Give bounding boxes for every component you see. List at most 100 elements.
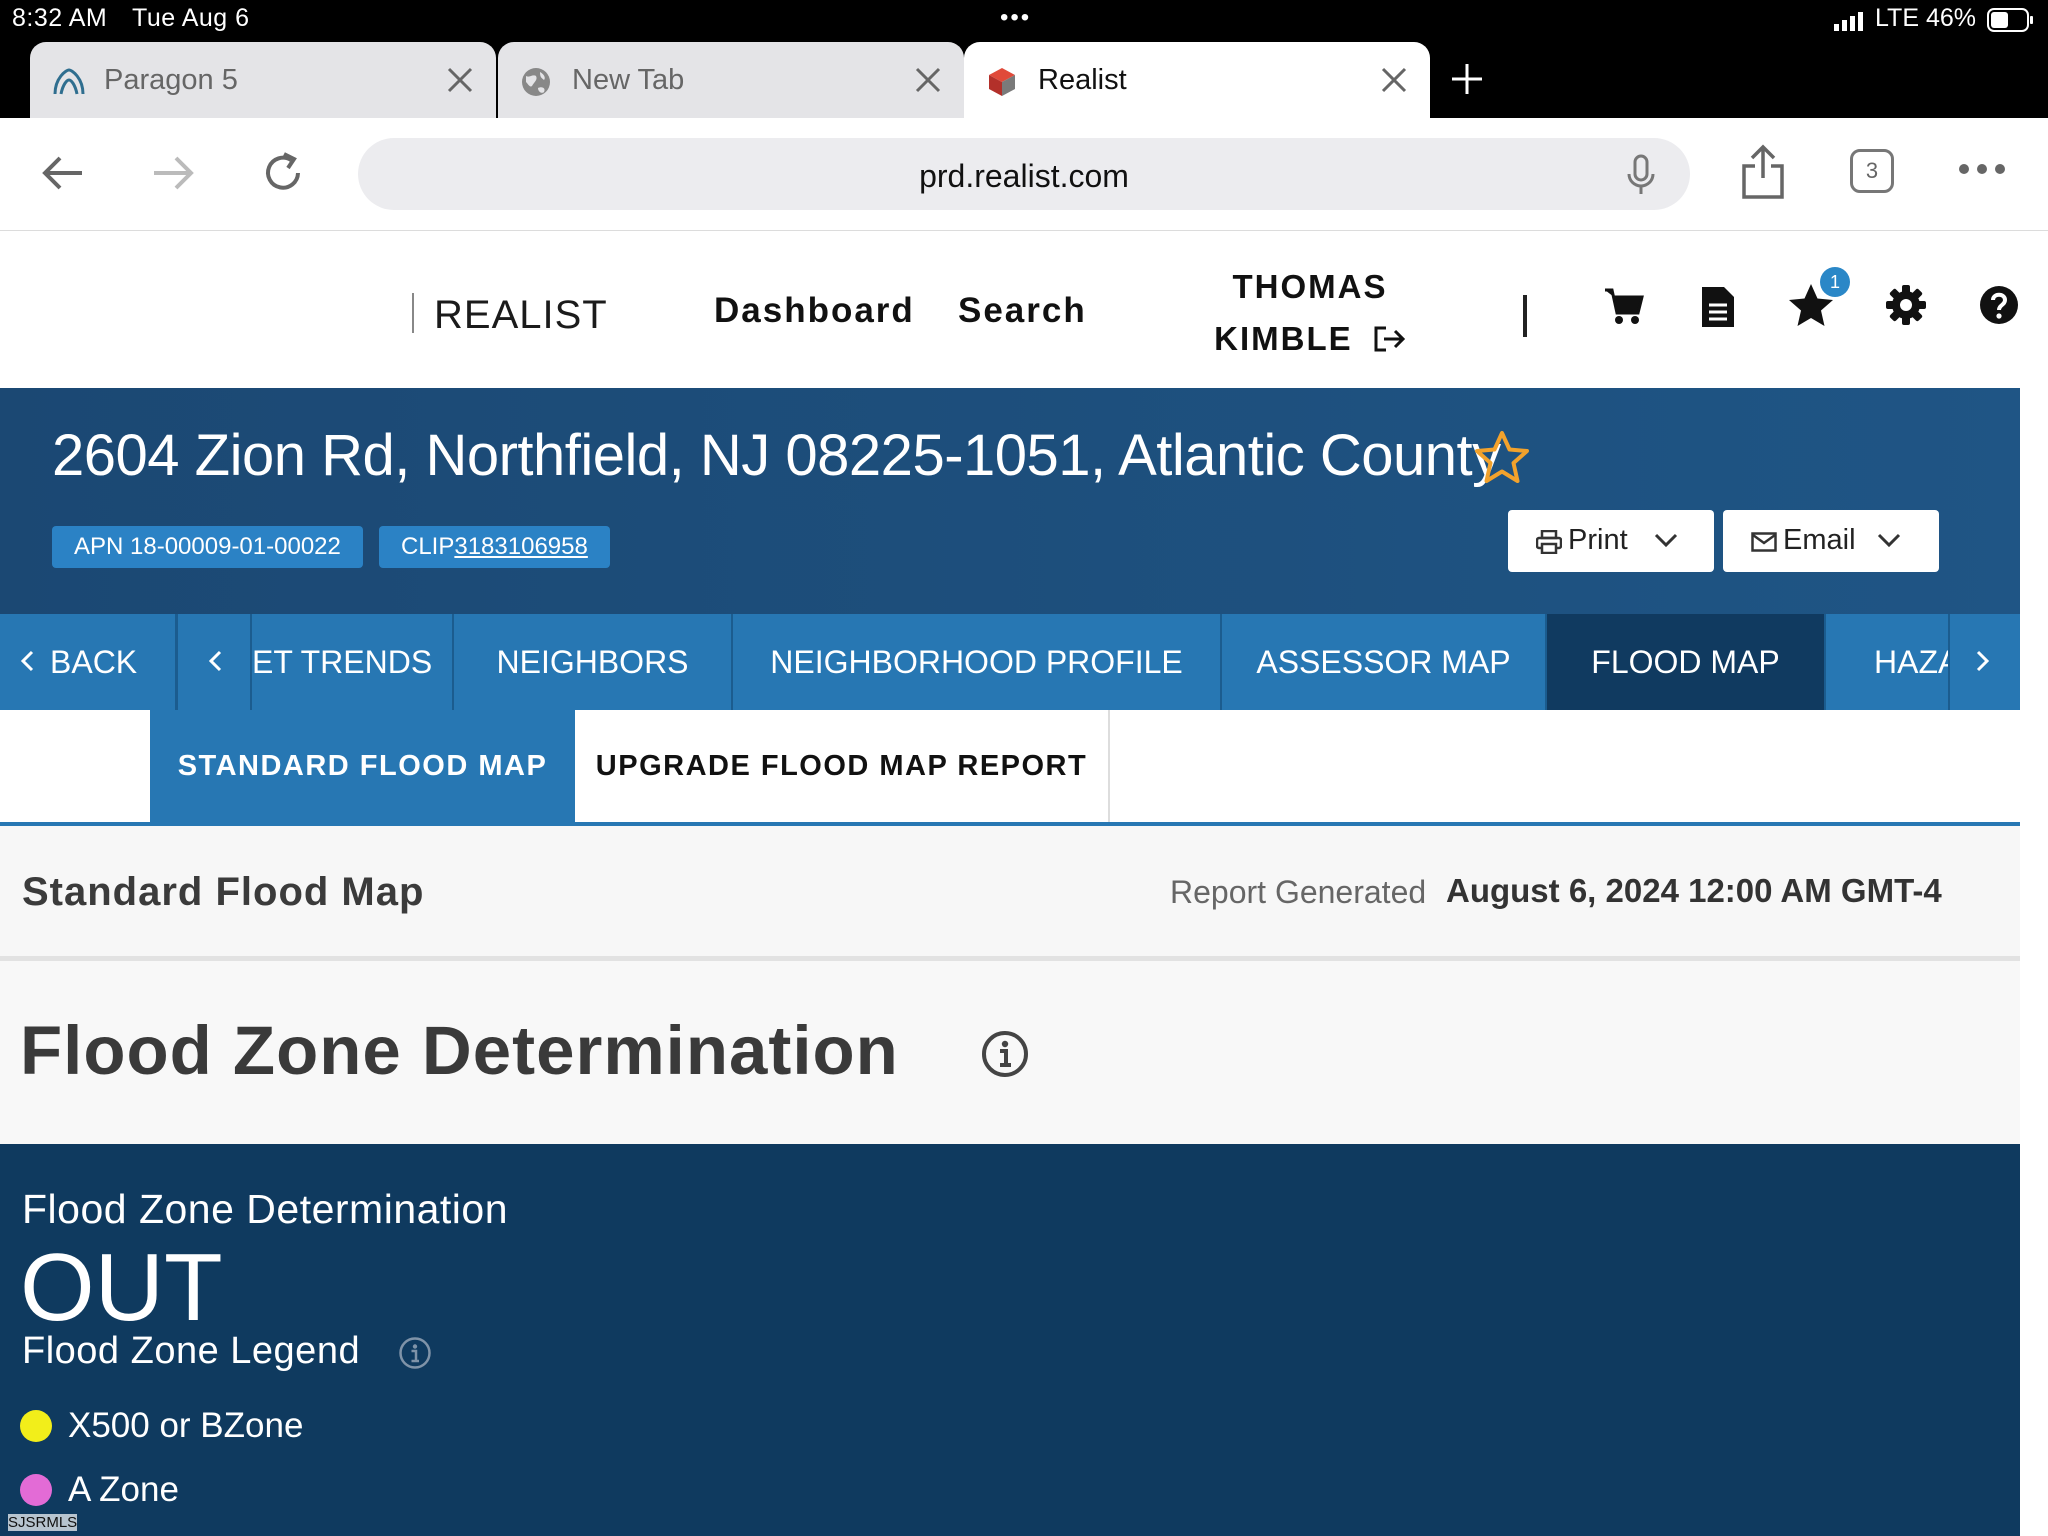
watermark: SJSRMLS bbox=[8, 1514, 78, 1531]
brand-name[interactable]: REALIST bbox=[434, 293, 608, 338]
gear-icon[interactable] bbox=[1886, 285, 1926, 325]
chevron-down-icon bbox=[1877, 532, 1901, 548]
network-type: LTE bbox=[1875, 4, 1919, 32]
paragon-icon bbox=[52, 66, 86, 98]
browser-tab-newtab[interactable]: New Tab bbox=[498, 42, 964, 118]
tab-label: FLOOD MAP bbox=[1591, 644, 1780, 680]
tab-hazard[interactable]: HAZA bbox=[1826, 614, 1956, 710]
close-icon[interactable] bbox=[444, 64, 476, 96]
section-tab-bar: BACK ET TRENDS NEIGHBORS NEIGHBORHOOD PR… bbox=[0, 614, 2020, 710]
header-divider bbox=[1523, 295, 1527, 337]
microphone-icon[interactable] bbox=[1626, 154, 1656, 196]
determination-label: Flood Zone Determination bbox=[22, 1186, 509, 1232]
new-tab-plus-icon[interactable] bbox=[1448, 60, 1486, 98]
envelope-icon bbox=[1751, 532, 1777, 552]
legend-label: X500 or BZone bbox=[68, 1406, 304, 1445]
battery-percent: 46% bbox=[1926, 4, 1977, 32]
report-generated-label: Report Generated bbox=[1170, 874, 1427, 910]
email-label: Email bbox=[1783, 524, 1856, 556]
cart-icon[interactable] bbox=[1604, 287, 1644, 325]
property-banner: 2604 Zion Rd, Northfield, NJ 08225-1051,… bbox=[0, 388, 2020, 614]
info-icon[interactable] bbox=[980, 1029, 1030, 1079]
flood-zone-heading-section: Flood Zone Determination bbox=[0, 961, 2020, 1144]
chevron-left-icon bbox=[208, 650, 222, 672]
chevron-down-icon bbox=[1654, 532, 1678, 548]
legend-title: Flood Zone Legend bbox=[22, 1330, 361, 1372]
browser-tab-paragon[interactable]: Paragon 5 bbox=[30, 42, 496, 118]
multitask-dots-icon[interactable]: ••• bbox=[1000, 4, 1031, 32]
tab-market-trends[interactable]: ET TRENDS bbox=[252, 614, 454, 710]
print-button[interactable]: Print bbox=[1508, 510, 1714, 572]
property-address: 2604 Zion Rd, Northfield, NJ 08225-1051,… bbox=[52, 423, 1501, 488]
flood-map-sub-tabs: STANDARD FLOOD MAP UPGRADE FLOOD MAP REP… bbox=[0, 710, 2020, 826]
tab-overview-button[interactable]: 3 bbox=[1850, 149, 1894, 193]
favorite-star-icon[interactable] bbox=[1474, 430, 1530, 484]
realist-logo-icon bbox=[986, 66, 1018, 98]
scroll-tabs-right-button[interactable] bbox=[1948, 614, 2020, 710]
logout-icon[interactable] bbox=[1372, 324, 1406, 354]
tab-title: Realist bbox=[1038, 64, 1127, 96]
print-label: Print bbox=[1568, 524, 1628, 556]
chevron-left-icon bbox=[20, 650, 34, 672]
globe-icon bbox=[520, 66, 552, 98]
legend-swatch bbox=[20, 1474, 52, 1506]
chevron-right-icon bbox=[1976, 650, 1990, 672]
tab-assessor-map[interactable]: ASSESSOR MAP bbox=[1222, 614, 1547, 710]
tab-title: Paragon 5 bbox=[104, 64, 238, 96]
favorites-count-badge: 1 bbox=[1820, 267, 1850, 297]
tab-label: NEIGHBORHOOD PROFILE bbox=[770, 644, 1183, 680]
clip-prefix: CLIP bbox=[401, 533, 455, 560]
browser-tab-realist[interactable]: Realist bbox=[964, 42, 1430, 118]
report-header: Standard Flood Map Report Generated Augu… bbox=[0, 826, 2020, 961]
clip-badge[interactable]: CLIP3183106958 bbox=[379, 526, 610, 568]
email-button[interactable]: Email bbox=[1723, 510, 1939, 572]
flood-zone-heading: Flood Zone Determination bbox=[20, 1012, 899, 1089]
close-icon[interactable] bbox=[912, 64, 944, 96]
tab-flood-map[interactable]: FLOOD MAP bbox=[1547, 614, 1826, 710]
address-bar[interactable]: prd.realist.com bbox=[358, 138, 1690, 210]
close-icon[interactable] bbox=[1378, 64, 1410, 96]
nav-dashboard[interactable]: Dashboard bbox=[714, 291, 915, 331]
tab-title: New Tab bbox=[572, 64, 685, 96]
tab-label: ET TRENDS bbox=[252, 644, 433, 680]
clip-number-link[interactable]: 3183106958 bbox=[454, 533, 587, 560]
url-text: prd.realist.com bbox=[919, 158, 1129, 194]
tab-neighborhood-profile[interactable]: NEIGHBORHOOD PROFILE bbox=[733, 614, 1222, 710]
tab-standard-flood-map[interactable]: STANDARD FLOOD MAP bbox=[150, 710, 575, 822]
back-arrow-icon[interactable] bbox=[38, 148, 88, 198]
tab-label: ASSESSOR MAP bbox=[1256, 644, 1511, 680]
tab-upgrade-flood-map-report[interactable]: UPGRADE FLOOD MAP REPORT bbox=[575, 710, 1110, 822]
info-icon[interactable] bbox=[398, 1336, 432, 1370]
user-first-name: THOMAS bbox=[1232, 268, 1388, 305]
browser-toolbar: prd.realist.com 3 bbox=[0, 118, 2048, 231]
document-icon[interactable] bbox=[1700, 285, 1736, 329]
battery-icon bbox=[1987, 8, 2035, 32]
cell-signal-icon bbox=[1834, 11, 1868, 31]
report-generated-date: August 6, 2024 12:00 AM GMT-4 bbox=[1446, 872, 1942, 909]
apn-badge: APN 18-00009-01-00022 bbox=[52, 526, 363, 568]
site-header: REALIST Dashboard Search THOMAS KIMBLE 1 bbox=[0, 231, 2048, 387]
flood-determination-panel: Flood Zone Determination OUT Flood Zone … bbox=[0, 1144, 2020, 1536]
browser-tab-strip: Paragon 5 New Tab Realist bbox=[0, 40, 2048, 118]
legend-label: A Zone bbox=[68, 1470, 179, 1509]
share-icon[interactable] bbox=[1740, 144, 1786, 200]
forward-arrow-icon[interactable] bbox=[148, 148, 198, 198]
back-button[interactable]: BACK bbox=[0, 614, 178, 710]
reload-icon[interactable] bbox=[258, 148, 308, 198]
tab-label: NEIGHBORS bbox=[496, 644, 689, 680]
tab-neighbors[interactable]: NEIGHBORS bbox=[454, 614, 733, 710]
status-time: 8:32 AM bbox=[12, 4, 108, 32]
user-last-name: KIMBLE bbox=[1214, 320, 1353, 357]
user-menu[interactable]: THOMAS KIMBLE bbox=[1180, 261, 1440, 365]
help-icon[interactable] bbox=[1979, 285, 2019, 325]
status-date: Tue Aug 6 bbox=[132, 4, 250, 32]
tab-label: HAZA bbox=[1874, 644, 1956, 680]
status-bar: 8:32 AM Tue Aug 6 ••• LTE 46% bbox=[0, 0, 2048, 40]
nav-search[interactable]: Search bbox=[958, 291, 1087, 331]
brand-divider bbox=[412, 293, 414, 333]
printer-icon bbox=[1536, 530, 1562, 554]
legend-swatch bbox=[20, 1410, 52, 1442]
scroll-tabs-left-button[interactable] bbox=[180, 614, 252, 710]
report-title: Standard Flood Map bbox=[22, 870, 425, 914]
more-options-icon[interactable] bbox=[1958, 162, 2006, 176]
